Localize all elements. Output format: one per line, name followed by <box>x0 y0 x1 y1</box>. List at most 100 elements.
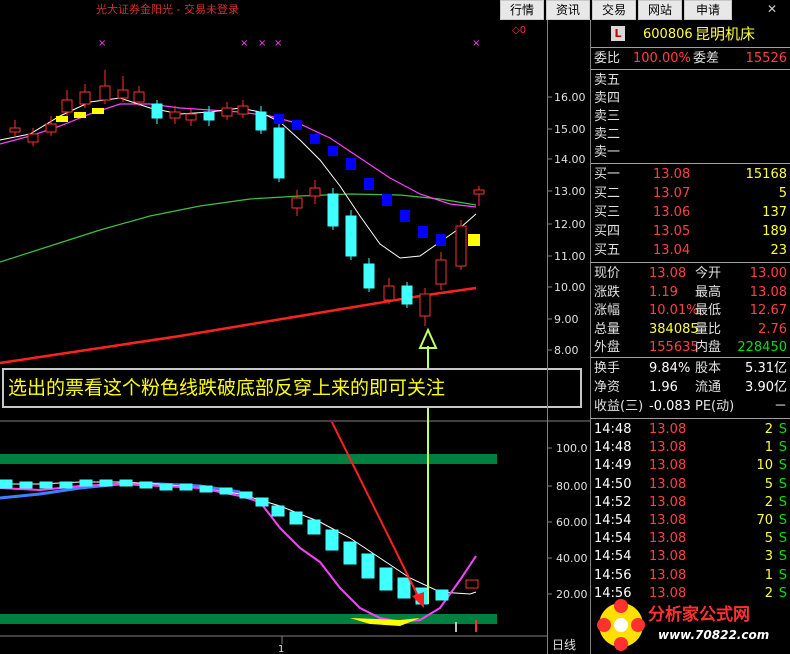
indicator-block <box>0 479 13 489</box>
indicator-block <box>179 483 193 491</box>
indicator-block <box>271 505 285 517</box>
candle <box>363 263 375 289</box>
buy-volume: 137 <box>762 205 787 220</box>
sell-label: 卖二 <box>594 127 621 142</box>
candle <box>79 91 91 105</box>
candle <box>273 127 285 179</box>
stat-value: 13.08 <box>749 284 787 300</box>
candle <box>327 193 339 227</box>
stat-value: － <box>773 399 787 414</box>
indicator-tick-label: 40.00 <box>556 552 588 565</box>
stat-value: 3.90亿 <box>745 380 787 395</box>
candle <box>255 111 267 131</box>
stat-value: 5.31亿 <box>745 361 787 376</box>
stat-label: 现价 <box>594 266 621 281</box>
stat-label: 今开 <box>695 266 722 281</box>
flower-logo-icon <box>597 599 645 651</box>
tick-time: 14:54 <box>594 513 632 528</box>
stat-label: 净资 <box>594 380 621 395</box>
price-tick-label: 12.00 <box>554 218 586 231</box>
svg-text:×: × <box>274 38 282 49</box>
indicator-block <box>59 481 73 489</box>
weicha-value: 15526 <box>745 51 787 66</box>
stat-value: 2.76 <box>758 321 787 337</box>
buy-price: 13.08 <box>653 167 691 182</box>
tick-price: 13.08 <box>649 440 687 456</box>
price-tick-label: 9.00 <box>554 313 579 326</box>
indicator-block <box>139 481 153 489</box>
indicator-tick-label: 80.00 <box>556 480 588 493</box>
candle <box>345 215 357 257</box>
sell-label: 卖三 <box>594 109 621 124</box>
stock-code: 600806 <box>643 27 693 42</box>
candle <box>473 189 485 195</box>
indicator-block <box>159 483 173 491</box>
sell-row: 卖五 <box>591 72 790 90</box>
price-tick-label: 8.00 <box>554 344 579 357</box>
tick-price: 13.08 <box>649 476 687 492</box>
tick-row: 14:49 13.08 10 S <box>591 457 790 475</box>
kline-chart[interactable]: 16.00 15.00 14.00 13.00 12.00 11.00 10.00 9.00 8… <box>0 20 590 422</box>
candle <box>401 285 413 305</box>
tick-row: 14:52 13.08 2 S <box>591 494 790 512</box>
quote-button[interactable]: 行情 <box>500 0 544 20</box>
tick-side: S <box>778 422 787 437</box>
tick-price: 13.08 <box>649 549 687 565</box>
weicha-label: 委差 <box>693 51 720 66</box>
period-label[interactable]: 日线 <box>552 636 576 653</box>
stat-label: 股本 <box>695 361 722 376</box>
buy-label: 买二 <box>594 186 621 201</box>
tick-row: 14:54 13.08 5 S <box>591 530 790 548</box>
tick-volume: 70 <box>756 513 773 528</box>
tick-row: 14:48 13.08 1 S <box>591 439 790 457</box>
indicator-block <box>307 519 321 535</box>
buy-price: 13.05 <box>653 224 691 239</box>
tick-price: 13.08 <box>649 458 687 474</box>
candle <box>151 103 163 119</box>
news-button[interactable]: 资讯 <box>546 0 590 20</box>
website-button[interactable]: 网站 <box>638 0 682 20</box>
tick-row: 14:54 13.08 70 S <box>591 512 790 530</box>
trade-button[interactable]: 交易 <box>592 0 636 20</box>
chart-axis-divider <box>547 20 548 654</box>
tick-volume: 1 <box>764 440 773 456</box>
indicator-tick-label: 60.00 <box>556 516 588 529</box>
stat-label: 换手 <box>594 361 621 376</box>
svg-text:×: × <box>472 38 480 49</box>
indicator-chart[interactable]: 100.0 80.00 60.00 40.00 20.00 1 <box>0 422 590 654</box>
apply-button[interactable]: 申请 <box>684 0 732 20</box>
tick-time: 14:54 <box>594 549 632 565</box>
tick-volume: 3 <box>764 549 773 565</box>
stat-label: 最低 <box>695 303 722 318</box>
indicator-tick-label: 20.00 <box>556 588 588 601</box>
tick-volume: 10 <box>756 458 773 474</box>
buy-label: 买五 <box>594 243 621 258</box>
indicator-tick-label: 100.0 <box>556 442 588 455</box>
stat-label: 量比 <box>695 321 722 337</box>
buy-row: 买三 13.06 137 <box>591 204 790 222</box>
tick-row: 14:50 13.08 5 S <box>591 476 790 494</box>
price-tick-label: 15.00 <box>554 123 586 136</box>
watermark-title: 分析家公式网 <box>648 605 750 625</box>
tick-time: 14:48 <box>594 440 632 456</box>
top-bar: 光大证券金阳光 - 交易未登录 行情 资讯 交易 网站 申请 ✕ <box>0 0 790 20</box>
stat-value: 10.01% <box>649 303 699 318</box>
candle <box>221 107 233 117</box>
buy-row: 买一 13.08 15168 <box>591 166 790 184</box>
stat-value: 155635 <box>649 340 699 355</box>
tick-volume: 2 <box>764 422 773 437</box>
level-badge: L <box>611 26 625 41</box>
weibi-label: 委比 <box>594 51 621 66</box>
indicator-block <box>361 553 375 579</box>
indicator-block <box>255 497 269 507</box>
buy-row: 买四 13.05 189 <box>591 223 790 241</box>
candle <box>237 105 249 115</box>
indicator-block <box>465 579 479 589</box>
close-icon[interactable]: ✕ <box>762 0 782 18</box>
tick-side: S <box>778 549 787 565</box>
stock-name: 昆明机床 <box>695 25 756 43</box>
tick-price: 13.08 <box>649 513 687 528</box>
indicator-block <box>397 577 411 599</box>
sell-row: 卖三 <box>591 108 790 126</box>
watermark: 分析家公式网 www.70822.com <box>596 598 790 654</box>
